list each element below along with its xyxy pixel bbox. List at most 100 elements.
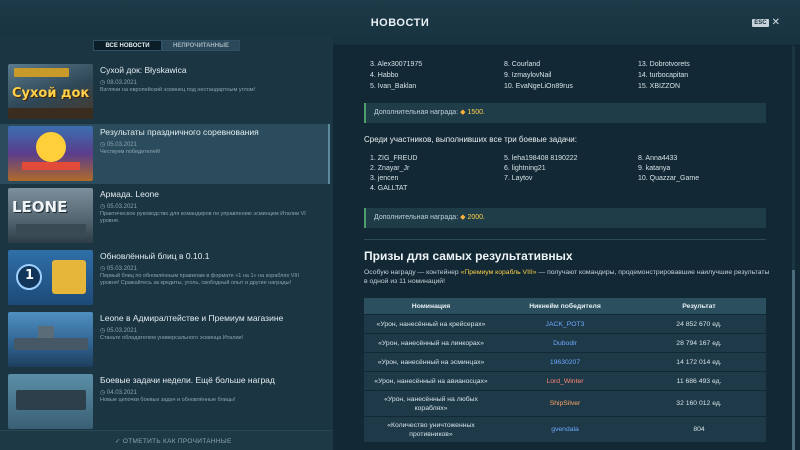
winner-nickname: gvendala: [551, 426, 579, 433]
article-panel: 3. Alex30071975 4. Habbo 5. Ivan_Baklan …: [333, 46, 800, 450]
check-icon: ✓: [115, 438, 121, 445]
news-description: Взгляни на европейский эсминец под неста…: [100, 87, 256, 93]
winner-entry: 9. katanya: [638, 165, 671, 172]
winner-entry: 4. GALLTAT: [370, 185, 408, 192]
news-title: Сухой док: Błyskawica: [100, 65, 187, 75]
table-row: «Количество уничтоженных противников» gv…: [364, 416, 766, 442]
reward-amount: 1500.: [467, 109, 485, 116]
thumbnail-caption: Сухой док: [12, 86, 90, 101]
news-item[interactable]: Leone в Адмиралтействе и Премиум магазин…: [0, 310, 330, 370]
winner-nickname: ShipSilver: [549, 400, 581, 407]
winners-column: 1. ZIG_FREUD 2. Znayar_Jr 3. jencen 4. G…: [370, 154, 417, 194]
winner-entry: 5. leha198408 8190222: [504, 155, 578, 162]
news-item[interactable]: Сухой док Сухой док: Błyskawica ◷ 08.03.…: [0, 62, 330, 122]
ship-hull-shape: [8, 108, 93, 119]
clock-icon: ◷: [100, 266, 106, 272]
clock-icon: ◷: [100, 204, 106, 210]
article-scroll-thumb[interactable]: [792, 270, 795, 450]
winner-entry: 1. ZIG_FREUD: [370, 155, 418, 162]
winner-nickname: Dubodir: [553, 339, 577, 347]
news-date: ◷ 05.03.2021: [100, 204, 137, 210]
ship-hull-shape: [16, 224, 86, 234]
winner-entry: 4. Habbo: [370, 72, 399, 79]
winners-column: 13. Dobrotvorets 14. turbocapitan 15. XB…: [638, 59, 690, 92]
winner-entry: 3. Alex30071975: [370, 61, 423, 68]
news-title: Армада. Leone: [100, 189, 160, 199]
table-row: «Урон, нанесённый на авианосцах» Lord_Wi…: [364, 371, 766, 390]
news-item[interactable]: 1 Обновлённый блиц в 0.10.1 ◷ 05.03.2021…: [0, 248, 330, 308]
section-divider: [364, 239, 766, 240]
ribbon-shape: [22, 162, 80, 170]
news-thumbnail: Сухой док: [8, 64, 93, 119]
coal-icon: ◆: [460, 109, 466, 116]
premium-container-link[interactable]: «Премиум корабль VIII»: [461, 269, 537, 276]
additional-reward-box: Дополнительная награда: ◆ 2000.: [364, 208, 766, 228]
mark-as-read-button[interactable]: ✓ ОТМЕТИТЬ КАК ПРОЧИТАННЫЕ: [115, 437, 232, 445]
subsection-heading: Среди участников, выполнивших все три бо…: [364, 135, 577, 144]
winner-entry: 9. IzmaylovNail: [504, 72, 552, 79]
ship-hull-shape: [14, 338, 88, 350]
news-thumbnail: LEONE: [8, 188, 93, 243]
ship-tower-shape: [38, 326, 54, 338]
page-title: НОВОСТИ: [370, 17, 430, 29]
table-row: «Урон, нанесённый на линкорах» Dubodir 2…: [364, 333, 766, 352]
winner-entry: 10. EvaNgeLiOn89rus: [504, 83, 573, 90]
winner-entry: 8. Anna4433: [638, 155, 678, 162]
additional-reward-box: Дополнительная награда: ◆ 1500.: [364, 103, 766, 123]
news-item[interactable]: Боевые задачи недели. Ещё больше наград …: [0, 372, 330, 430]
thumbnail-caption: 1: [25, 268, 35, 283]
news-description: Чествуем победителей!: [100, 149, 161, 155]
news-list-panel: ВСЕ НОВОСТИ НЕПРОЧИТАННЫЕ Сухой док Сухо…: [0, 36, 333, 450]
winner-entry: 15. XBIZZON: [638, 83, 681, 90]
news-date: ◷ 05.03.2021: [100, 142, 137, 148]
news-item[interactable]: LEONE Армада. Leone ◷ 05.03.2021 Практич…: [0, 186, 330, 246]
trophy-shape: [36, 132, 66, 162]
news-title: Боевые задачи недели. Ещё больше наград: [100, 375, 275, 385]
winner-entry: 10. Quazzar_Game: [638, 175, 700, 182]
winners-column: 5. leha198408 8190222 6. lightning21 7. …: [504, 154, 578, 184]
thumbnail-caption: LEONE: [12, 198, 68, 216]
news-title: Результаты праздничного соревнования: [100, 127, 259, 137]
winner-entry: 2. Znayar_Jr: [370, 165, 410, 172]
news-thumbnail: [8, 374, 93, 429]
news-title: Leone в Адмиралтействе и Премиум магазин…: [100, 313, 284, 323]
table-row: «Урон, нанесённый на любых кораблях» Shi…: [364, 390, 766, 416]
table-row: «Урон, нанесённый на эсминцах» 19630207 …: [364, 352, 766, 371]
winners-column: 8. Courland 9. IzmaylovNail 10. EvaNgeLi…: [504, 59, 573, 92]
winners-column: 3. Alex30071975 4. Habbo 5. Ivan_Baklan: [370, 59, 422, 92]
tab-all-news[interactable]: ВСЕ НОВОСТИ: [93, 40, 162, 51]
esc-key-badge: ESC: [752, 19, 769, 27]
news-thumbnail: [8, 312, 93, 367]
news-date: ◷ 05.03.2021: [100, 328, 137, 334]
winner-nickname: JACK_POT3: [545, 320, 585, 328]
winner-entry: 14. turbocapitan: [638, 72, 689, 79]
clock-icon: ◷: [100, 328, 106, 334]
close-button[interactable]: ESC ✕: [752, 18, 780, 28]
table-header: Номинация Никнейм победителя Результат: [364, 298, 766, 314]
container-shape: [52, 260, 86, 294]
news-description: Первый блиц по обновлённым правилам в фо…: [100, 273, 300, 286]
winner-entry: 8. Courland: [504, 61, 541, 68]
close-icon[interactable]: ✕: [772, 18, 780, 28]
section-title: Призы для самых результативных: [364, 249, 573, 263]
reward-amount: 2000.: [467, 214, 485, 221]
coal-icon: ◆: [460, 214, 466, 221]
clock-icon: ◷: [100, 142, 106, 148]
winner-nickname: 19630207: [549, 358, 581, 366]
ship-hull-shape: [16, 390, 86, 410]
clock-icon: ◷: [100, 80, 106, 86]
news-item[interactable]: Результаты праздничного соревнования ◷ 0…: [0, 124, 330, 184]
winner-entry: 3. jencen: [370, 175, 399, 182]
winner-nickname: Lord_Winter: [546, 377, 584, 385]
news-tabs: ВСЕ НОВОСТИ НЕПРОЧИТАННЫЕ: [93, 40, 240, 51]
news-description: Практическое руководство для командиров …: [100, 211, 306, 224]
news-description: Новые цепочки боевых задач и обновлённые…: [100, 397, 236, 403]
tab-unread[interactable]: НЕПРОЧИТАННЫЕ: [162, 40, 240, 51]
news-title: Обновлённый блиц в 0.10.1: [100, 251, 210, 261]
news-date: ◷ 05.03.2021: [100, 266, 137, 272]
list-footer: ✓ ОТМЕТИТЬ КАК ПРОЧИТАННЫЕ: [0, 430, 333, 450]
winners-column: 8. Anna4433 9. katanya 10. Quazzar_Game: [638, 154, 699, 184]
winner-entry: 13. Dobrotvorets: [638, 61, 690, 68]
news-thumbnail: [8, 126, 93, 181]
section-description: Особую награду — контейнер «Премиум кора…: [364, 269, 770, 285]
